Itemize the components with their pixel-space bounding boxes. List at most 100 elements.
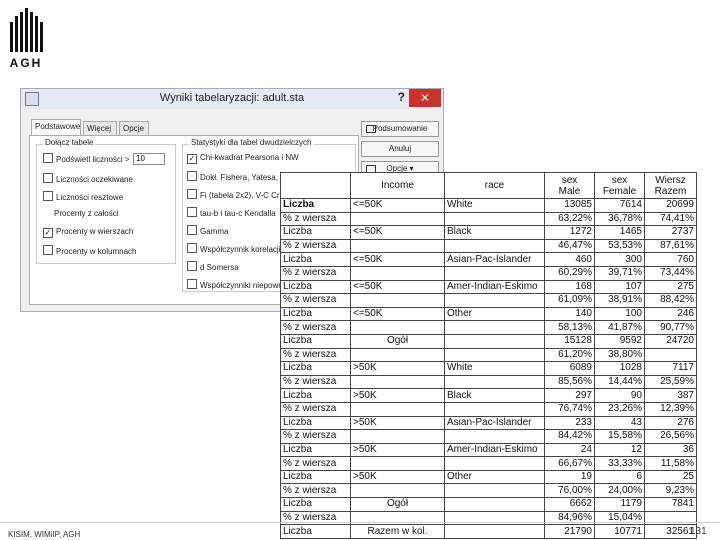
race-cell[interactable]: Amer-Indian-Eskimo: [444, 279, 545, 295]
option-somers-d[interactable]: d Somersa: [187, 261, 239, 272]
option-total-percent[interactable]: Procenty z całości: [54, 209, 118, 218]
option-column-percent[interactable]: Procenty w kolumnach: [43, 245, 136, 256]
row-label[interactable]: % z wiersza: [280, 429, 351, 444]
female-cell[interactable]: 33,33%: [594, 456, 645, 471]
total-cell[interactable]: 25,59%: [644, 374, 697, 390]
total-cell[interactable]: 25: [644, 469, 697, 485]
total-cell[interactable]: 760: [644, 252, 697, 267]
male-cell[interactable]: 168: [544, 279, 595, 295]
race-cell[interactable]: Black: [444, 225, 545, 240]
option-highlight-counts[interactable]: Podświetl liczności >: [43, 153, 130, 164]
table-row[interactable]: Liczba <=50K Asian-Pac-Islander 460 300 760: [280, 252, 697, 267]
income-cell[interactable]: >50K: [350, 415, 445, 431]
cancel-button[interactable]: Anuluj: [361, 141, 439, 157]
total-cell[interactable]: 9,23%: [644, 483, 697, 499]
option-uncertainty[interactable]: Współczynniki niepown: [187, 279, 283, 290]
income-cell[interactable]: <=50K: [350, 252, 445, 267]
row-label[interactable]: % z wiersza: [280, 320, 351, 335]
row-label[interactable]: % z wiersza: [280, 456, 351, 471]
male-cell[interactable]: 13085: [544, 198, 595, 213]
total-cell[interactable]: 88,42%: [644, 293, 697, 308]
table-row[interactable]: % z wiersza 76,74% 23,26% 12,39%: [280, 401, 697, 417]
female-cell[interactable]: 10771: [594, 524, 645, 539]
total-cell[interactable]: 20699: [644, 198, 697, 213]
male-cell[interactable]: 460: [544, 252, 595, 267]
option-gamma[interactable]: Gamma: [187, 225, 228, 236]
income-cell[interactable]: [350, 347, 445, 363]
table-row[interactable]: Liczba <=50K White 13085 7614 20699: [280, 198, 697, 213]
row-label[interactable]: Liczba: [280, 361, 351, 376]
race-cell[interactable]: [444, 211, 545, 227]
option-row-percent[interactable]: ✓ Procenty w wierszach: [43, 227, 133, 238]
row-label[interactable]: Liczba: [280, 198, 351, 213]
total-cell[interactable]: 24720: [644, 333, 697, 349]
table-row[interactable]: Liczba Ogół 6662 1179 7841: [280, 497, 697, 512]
row-label[interactable]: Liczba: [280, 524, 351, 539]
income-cell[interactable]: [350, 401, 445, 417]
total-cell[interactable]: 276: [644, 415, 697, 431]
race-cell[interactable]: Asian-Pac-Islander: [444, 415, 545, 431]
female-cell[interactable]: 39,71%: [594, 265, 645, 281]
table-row[interactable]: Liczba >50K Black 297 90 387: [280, 388, 697, 403]
tab-wiecej[interactable]: Więcej: [83, 121, 117, 135]
male-cell[interactable]: 6662: [544, 497, 595, 512]
male-cell[interactable]: 46,47%: [544, 238, 595, 254]
male-cell[interactable]: 24: [544, 442, 595, 458]
income-cell[interactable]: >50K: [350, 361, 445, 376]
income-cell[interactable]: [350, 293, 445, 308]
income-cell[interactable]: [350, 320, 445, 335]
female-cell[interactable]: 53,53%: [594, 238, 645, 254]
total-cell[interactable]: 73,44%: [644, 265, 697, 281]
table-row[interactable]: % z wiersza 58,13% 41,87% 90,77%: [280, 320, 697, 335]
female-cell[interactable]: 23,26%: [594, 401, 645, 417]
total-cell[interactable]: 36: [644, 442, 697, 458]
race-cell[interactable]: White: [444, 198, 545, 213]
checkbox[interactable]: [187, 171, 197, 181]
dialog-titlebar[interactable]: Wyniki tabelaryzacji: adult.sta ? ✕: [21, 89, 443, 109]
male-cell[interactable]: 66,67%: [544, 456, 595, 471]
checkbox[interactable]: [187, 261, 197, 271]
male-cell[interactable]: 15128: [544, 333, 595, 349]
table-row[interactable]: Liczba <=50K Other 140 100 246: [280, 306, 697, 322]
option-kendall[interactable]: tau-b i tau-c Kendalla: [187, 207, 276, 218]
income-cell[interactable]: Ogół: [350, 497, 445, 512]
total-cell[interactable]: 90,77%: [644, 320, 697, 335]
female-cell[interactable]: 100: [594, 306, 645, 322]
checkbox[interactable]: [43, 153, 53, 163]
income-cell[interactable]: >50K: [350, 469, 445, 485]
race-cell[interactable]: [444, 320, 545, 335]
race-cell[interactable]: [444, 429, 545, 444]
race-cell[interactable]: [444, 293, 545, 308]
male-cell[interactable]: 85,56%: [544, 374, 595, 390]
total-cell[interactable]: 12,39%: [644, 401, 697, 417]
income-cell[interactable]: >50K: [350, 442, 445, 458]
table-row[interactable]: % z wiersza 76,00% 24,00% 9,23%: [280, 483, 697, 499]
male-cell[interactable]: 61,20%: [544, 347, 595, 363]
female-cell[interactable]: 1028: [594, 361, 645, 376]
income-cell[interactable]: Ogół: [350, 333, 445, 349]
income-cell[interactable]: [350, 238, 445, 254]
race-cell[interactable]: Other: [444, 469, 545, 485]
female-cell[interactable]: 38,80%: [594, 347, 645, 363]
table-row[interactable]: Liczba Ogół 15128 9592 24720: [280, 333, 697, 349]
income-cell[interactable]: <=50K: [350, 225, 445, 240]
race-cell[interactable]: Amer-Indian-Eskimo: [444, 442, 545, 458]
male-cell[interactable]: 297: [544, 388, 595, 403]
checkbox[interactable]: [187, 207, 197, 217]
summary-button[interactable]: Podsumowanie: [361, 121, 439, 137]
highlight-threshold-input[interactable]: 10: [133, 153, 165, 165]
total-cell[interactable]: 87,61%: [644, 238, 697, 254]
income-cell[interactable]: Razem w kol.: [350, 524, 445, 539]
close-button[interactable]: ✕: [409, 89, 441, 107]
race-cell[interactable]: [444, 456, 545, 471]
table-row[interactable]: Liczba >50K Amer-Indian-Eskimo 24 12 36: [280, 442, 697, 458]
female-cell[interactable]: 14,44%: [594, 374, 645, 390]
race-cell[interactable]: [444, 497, 545, 512]
option-correlation[interactable]: Współczynnik korelacji: [187, 243, 280, 254]
race-cell[interactable]: [444, 333, 545, 349]
male-cell[interactable]: 6089: [544, 361, 595, 376]
row-label[interactable]: Liczba: [280, 279, 351, 295]
option-phi[interactable]: Fi (tabela 2x2), V-C Cra: [187, 189, 284, 200]
male-cell[interactable]: 140: [544, 306, 595, 322]
male-cell[interactable]: 19: [544, 469, 595, 485]
